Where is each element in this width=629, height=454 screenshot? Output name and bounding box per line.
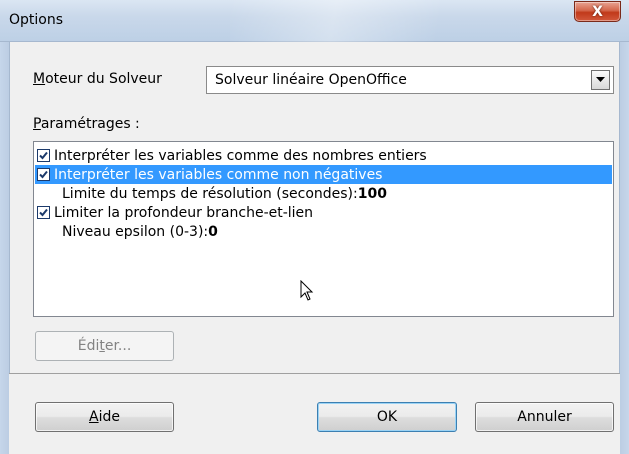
dropdown-button[interactable]: [591, 70, 610, 90]
solver-engine-value: Solveur linéaire OpenOffice: [215, 72, 407, 88]
checkmark-icon: [39, 208, 48, 217]
cancel-label: Annuler: [517, 409, 572, 425]
settings-label-mnemonic: P: [33, 116, 41, 132]
setting-epsilon-level[interactable]: Niveau epsilon (0-3): 0: [37, 222, 218, 241]
engine-label: Moteur du Solveur: [33, 71, 162, 87]
title-bar[interactable]: Options X: [0, 0, 629, 42]
window-frame-right: [620, 42, 629, 454]
setting-integer-variables[interactable]: Interpréter les variables comme des nomb…: [37, 146, 427, 165]
integer-variables-checkbox[interactable]: [37, 149, 50, 162]
setting-label: Interpréter les variables comme des nomb…: [54, 147, 427, 164]
edit-button[interactable]: Édi t er...: [35, 331, 174, 361]
setting-value: 100: [357, 185, 387, 202]
checkmark-icon: [39, 170, 48, 179]
help-button[interactable]: Aide: [35, 402, 174, 432]
setting-label: Interpréter les variables comme non néga…: [54, 166, 383, 183]
help-label-text: ide: [98, 409, 120, 425]
setting-non-negative-variables[interactable]: Interpréter les variables comme non néga…: [35, 165, 612, 184]
solver-engine-select[interactable]: Solveur linéaire OpenOffice: [206, 66, 614, 94]
cancel-button[interactable]: Annuler: [475, 402, 614, 432]
setting-label: Limite du temps de résolution (secondes)…: [62, 185, 358, 202]
checkmark-icon: [39, 151, 48, 160]
setting-time-limit[interactable]: Limite du temps de résolution (secondes)…: [37, 184, 387, 203]
ok-button[interactable]: OK: [317, 402, 457, 432]
branch-bound-checkbox[interactable]: [37, 206, 50, 219]
settings-label: Paramétrages :: [33, 116, 140, 132]
window-frame-left: [0, 42, 9, 454]
setting-branch-and-bound-limit[interactable]: Limiter la profondeur branche-et-lien: [37, 203, 313, 222]
engine-label-text: oteur du Solveur: [45, 71, 162, 87]
edit-label-after: er...: [104, 338, 132, 354]
ok-label: OK: [376, 409, 398, 425]
settings-list[interactable]: Interpréter les variables comme des nomb…: [33, 141, 614, 317]
close-icon: X: [592, 3, 603, 20]
chevron-down-icon: [596, 77, 605, 82]
engine-label-mnemonic: M: [33, 71, 46, 87]
setting-label: Niveau epsilon (0-3):: [62, 223, 209, 240]
setting-value: 0: [208, 223, 218, 240]
close-button[interactable]: X: [574, 1, 621, 22]
settings-label-text: aramétrages :: [40, 116, 140, 132]
title-bar-glare: [230, 0, 490, 42]
mouse-cursor-icon: [300, 280, 314, 301]
options-dialog: Options X Moteur du Solveur Solveur liné…: [0, 0, 629, 454]
edit-label-before: Édi: [77, 338, 100, 354]
setting-label: Limiter la profondeur branche-et-lien: [54, 204, 314, 221]
non-negative-checkbox[interactable]: [37, 168, 50, 181]
help-label-mnemonic: A: [89, 409, 99, 425]
window-title: Options: [9, 12, 64, 28]
